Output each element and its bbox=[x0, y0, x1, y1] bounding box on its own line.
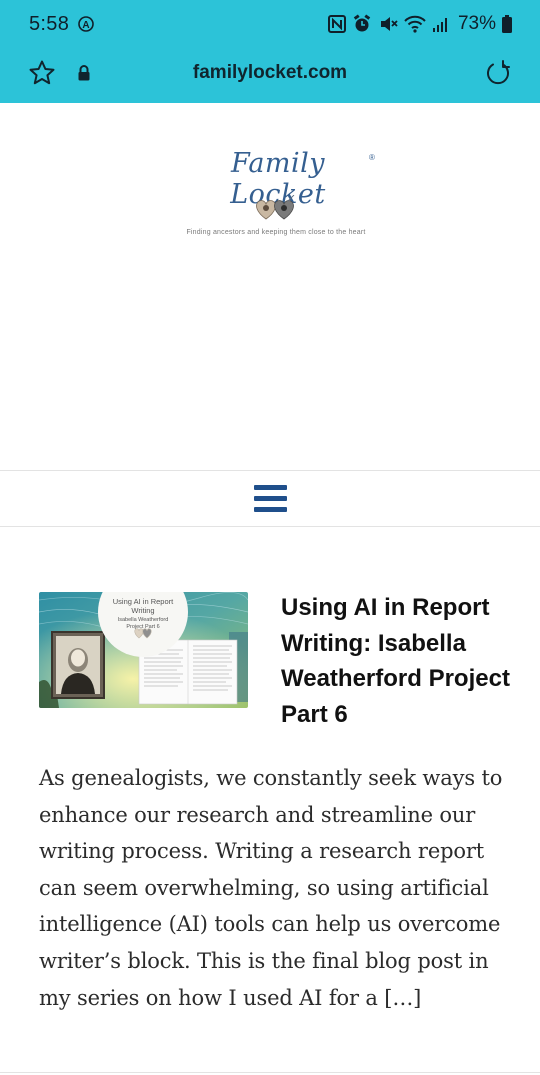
divider-top bbox=[0, 470, 540, 471]
article-title[interactable]: Using AI in Report Writing: Isabella Wea… bbox=[281, 590, 511, 732]
battery-icon bbox=[502, 15, 512, 33]
status-bar: 5:58 A 73% bbox=[0, 0, 540, 50]
thumbnail-line4: Project Part 6 bbox=[126, 624, 160, 630]
nfc-icon bbox=[327, 15, 346, 33]
mute-icon bbox=[380, 17, 398, 31]
signal-icon bbox=[432, 18, 447, 32]
status-icons: 73% bbox=[327, 13, 512, 35]
hamburger-menu-icon[interactable] bbox=[254, 485, 287, 513]
thumbnail-line2: Writing bbox=[131, 606, 155, 615]
site-header: Family Locket ® Finding ancestors and ke… bbox=[0, 103, 540, 469]
site-logo[interactable]: Family Locket ® Finding ancestors and ke… bbox=[176, 148, 376, 243]
browser-chrome: 5:58 A 73% familylocket.com bbox=[0, 0, 540, 103]
alarm-icon bbox=[353, 14, 371, 32]
locket-hearts-icon bbox=[256, 195, 295, 220]
registered-mark: ® bbox=[369, 153, 375, 162]
status-time: 5:58 bbox=[29, 13, 70, 35]
battery-percent: 73% bbox=[457, 13, 496, 34]
thumbnail-caption: Using AI in Report Writing Isabella Weat… bbox=[103, 597, 183, 631]
auto-rotate-icon: A bbox=[78, 16, 94, 32]
article-excerpt: As genealogists, we constantly seek ways… bbox=[39, 766, 503, 1010]
thumbnail-line1: Using AI in Report bbox=[112, 597, 174, 606]
site-tagline: Finding ancestors and keeping them close… bbox=[186, 229, 366, 236]
svg-text:A: A bbox=[82, 20, 89, 31]
url-text[interactable]: familylocket.com bbox=[0, 62, 540, 84]
reload-icon[interactable] bbox=[484, 59, 512, 87]
address-bar: familylocket.com bbox=[0, 50, 540, 96]
wifi-icon bbox=[404, 15, 426, 33]
article-thumbnail[interactable]: Using AI in Report Writing Isabella Weat… bbox=[39, 592, 248, 708]
divider-bottom bbox=[0, 526, 540, 527]
thumbnail-line3: Isabella Weatherford bbox=[117, 617, 169, 623]
divider-article-end bbox=[0, 1072, 540, 1073]
